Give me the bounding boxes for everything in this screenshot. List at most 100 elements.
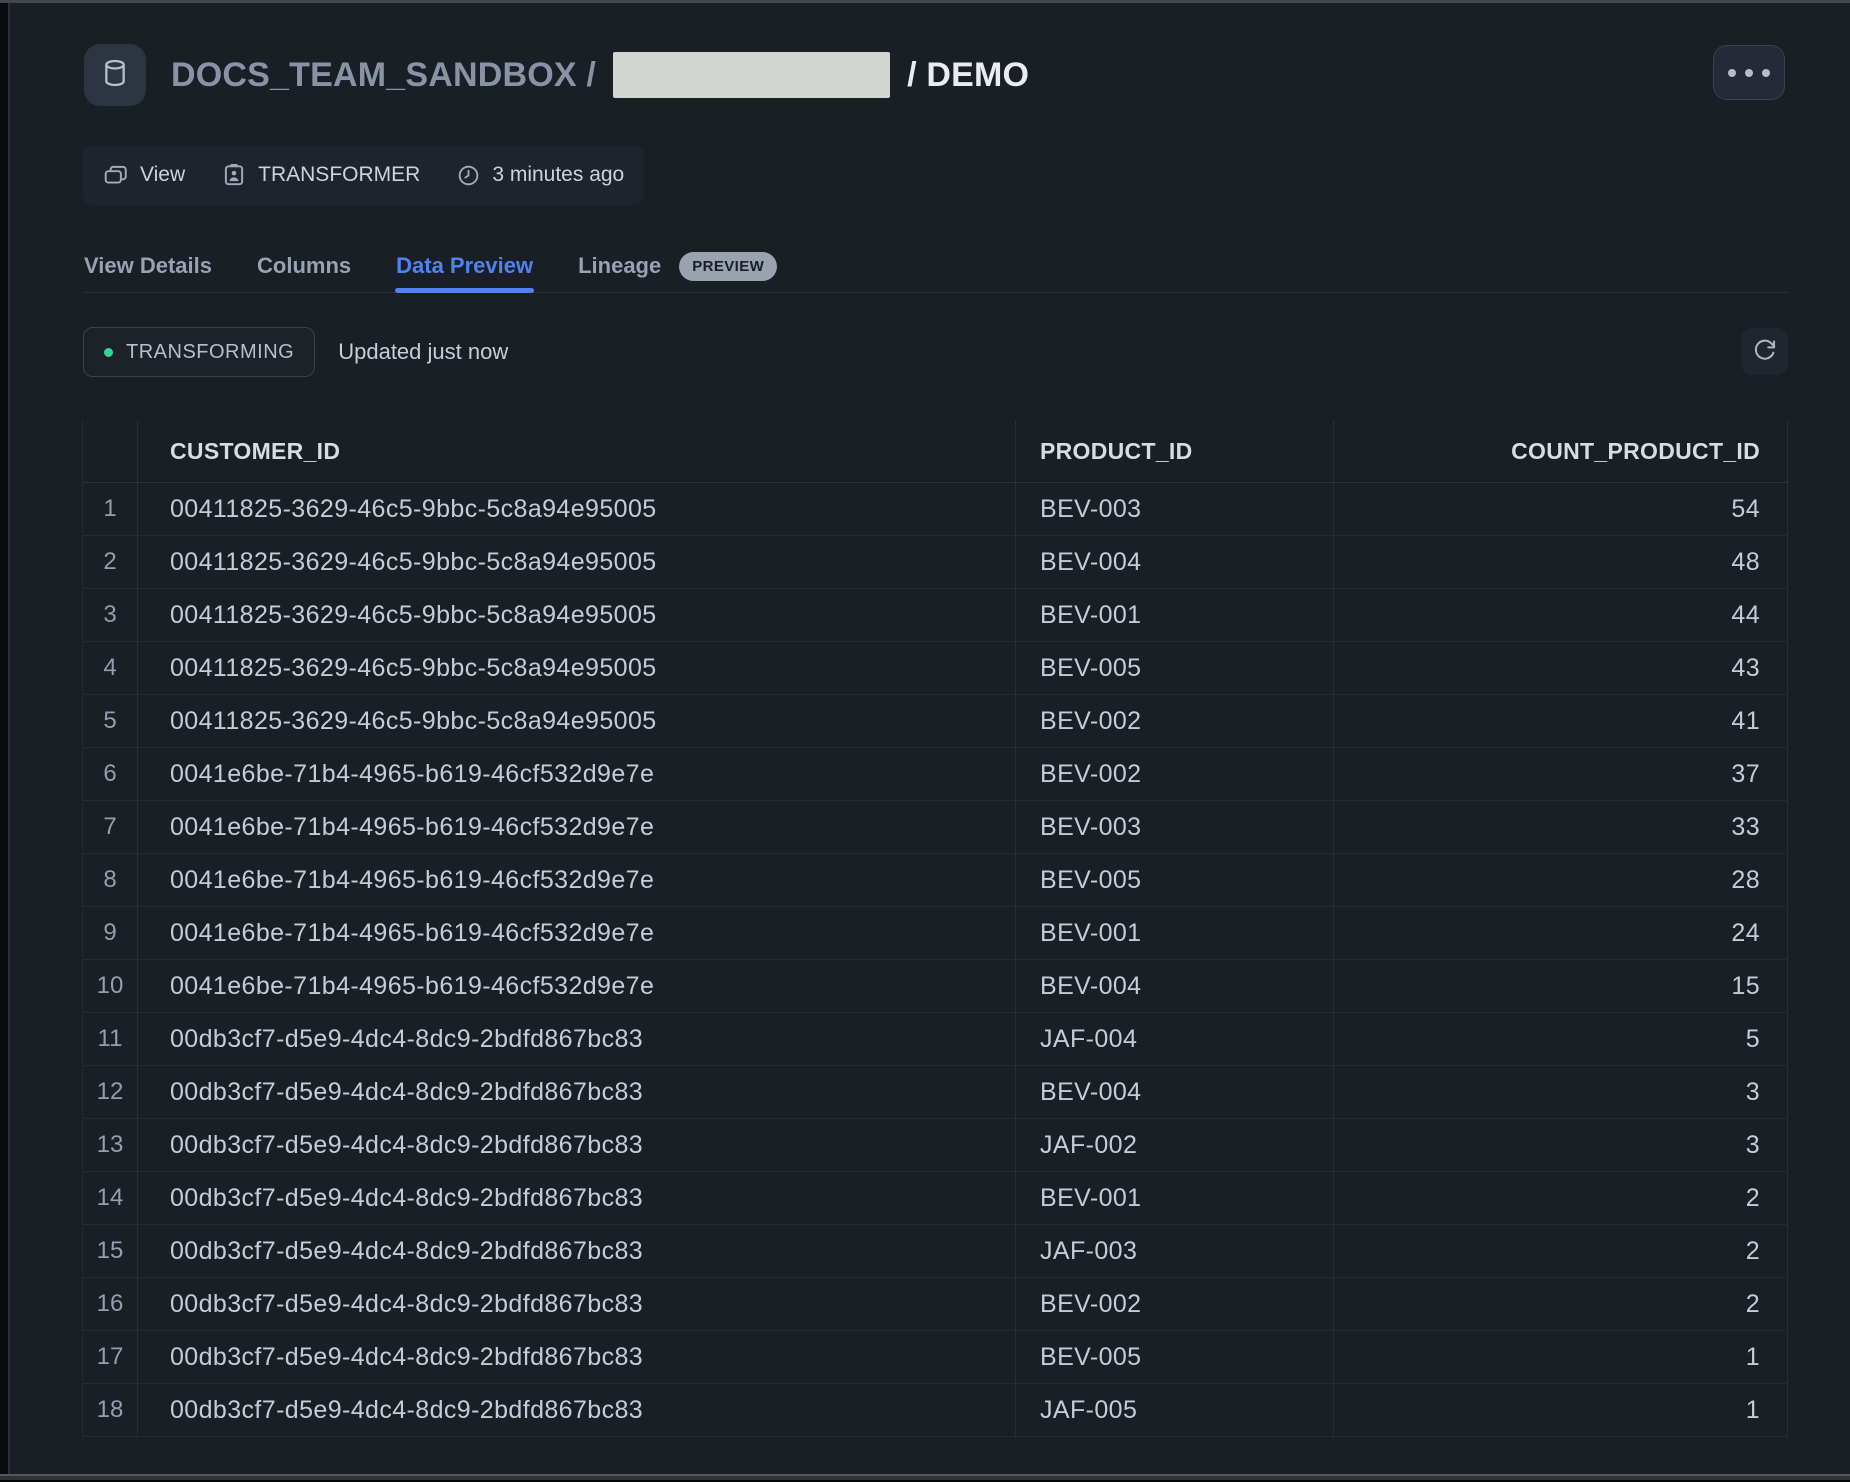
product-id-cell: BEV-004 bbox=[1016, 1066, 1334, 1118]
customer-id-cell: 0041e6be-71b4-4965-b619-46cf532d9e7e bbox=[138, 748, 1016, 800]
database-object-icon-tile bbox=[84, 44, 146, 106]
snowsight-view-page: DOCS_TEAM_SANDBOX / / DEMO View TRANSFORM… bbox=[0, 0, 1850, 1482]
tab-data-preview[interactable]: Data Preview bbox=[396, 240, 533, 292]
count-cell: 3 bbox=[1334, 1066, 1788, 1118]
count-cell: 24 bbox=[1334, 907, 1788, 959]
table-body[interactable]: 100411825-3629-46c5-9bbc-5c8a94e95005BEV… bbox=[83, 483, 1788, 1441]
table-row: 60041e6be-71b4-4965-b619-46cf532d9e7eBEV… bbox=[83, 748, 1788, 801]
column-header-customer-id: CUSTOMER_ID bbox=[138, 420, 1016, 482]
meta-item-label: 3 minutes ago bbox=[492, 163, 624, 187]
customer-id-cell: 00db3cf7-d5e9-4dc4-8dc9-2bdfd867bc83 bbox=[138, 1225, 1016, 1277]
customer-id-cell: 00411825-3629-46c5-9bbc-5c8a94e95005 bbox=[138, 536, 1016, 588]
window-top-edge bbox=[0, 0, 1850, 3]
customer-id-cell: 00db3cf7-d5e9-4dc4-8dc9-2bdfd867bc83 bbox=[138, 1331, 1016, 1383]
meta-item-3-minutes-ago: 3 minutes ago bbox=[456, 163, 624, 188]
refresh-button[interactable] bbox=[1741, 328, 1788, 375]
table-row: 1600db3cf7-d5e9-4dc4-8dc9-2bdfd867bc83BE… bbox=[83, 1278, 1788, 1331]
row-number-cell: 13 bbox=[83, 1119, 138, 1171]
customer-id-cell: 0041e6be-71b4-4965-b619-46cf532d9e7e bbox=[138, 854, 1016, 906]
data-preview-table[interactable]: CUSTOMER_IDPRODUCT_IDCOUNT_PRODUCT_ID 10… bbox=[82, 420, 1788, 1441]
meta-item-label: View bbox=[140, 163, 185, 187]
row-number-cell: 8 bbox=[83, 854, 138, 906]
count-cell: 41 bbox=[1334, 695, 1788, 747]
count-cell: 33 bbox=[1334, 801, 1788, 853]
page-title: DOCS_TEAM_SANDBOX / / DEMO bbox=[171, 52, 1029, 98]
customer-id-cell: 0041e6be-71b4-4965-b619-46cf532d9e7e bbox=[138, 960, 1016, 1012]
count-cell: 3 bbox=[1334, 1119, 1788, 1171]
more-actions-button[interactable] bbox=[1713, 45, 1785, 100]
tab-label: Data Preview bbox=[396, 253, 533, 279]
count-cell: 48 bbox=[1334, 536, 1788, 588]
row-number-cell: 19 bbox=[83, 1437, 138, 1441]
product-id-cell: BEV-003 bbox=[1016, 483, 1334, 535]
row-number-cell: 6 bbox=[83, 748, 138, 800]
tab-view-details[interactable]: View Details bbox=[84, 240, 212, 292]
tab-lineage[interactable]: LineagePREVIEW bbox=[578, 240, 777, 292]
table-row: 500411825-3629-46c5-9bbc-5c8a94e95005BEV… bbox=[83, 695, 1788, 748]
clock-icon bbox=[456, 163, 481, 188]
window-bottom-scrollbar-edge[interactable] bbox=[0, 1474, 1850, 1482]
table-row-partial: 1900db3cf7-d5e9-4dc4-8dc9-2bdfd867bc83JA… bbox=[83, 1437, 1788, 1441]
customer-id-cell: 00db3cf7-d5e9-4dc4-8dc9-2bdfd867bc83 bbox=[138, 1013, 1016, 1065]
table-header-row: CUSTOMER_IDPRODUCT_IDCOUNT_PRODUCT_ID bbox=[83, 420, 1788, 483]
count-cell: 43 bbox=[1334, 642, 1788, 694]
column-header-count-product-id: COUNT_PRODUCT_ID bbox=[1334, 420, 1788, 482]
customer-id-cell: 00411825-3629-46c5-9bbc-5c8a94e95005 bbox=[138, 642, 1016, 694]
customer-id-cell: 0041e6be-71b4-4965-b619-46cf532d9e7e bbox=[138, 907, 1016, 959]
database-icon bbox=[99, 57, 131, 94]
table-row: 1800db3cf7-d5e9-4dc4-8dc9-2bdfd867bc83JA… bbox=[83, 1384, 1788, 1437]
customer-id-cell: 00db3cf7-d5e9-4dc4-8dc9-2bdfd867bc83 bbox=[138, 1119, 1016, 1171]
product-id-cell: BEV-004 bbox=[1016, 536, 1334, 588]
breadcrumb-database: DOCS_TEAM_SANDBOX / bbox=[171, 56, 596, 95]
row-number-cell: 5 bbox=[83, 695, 138, 747]
table-header: CUSTOMER_IDPRODUCT_IDCOUNT_PRODUCT_ID bbox=[83, 420, 1788, 483]
table-row: 300411825-3629-46c5-9bbc-5c8a94e95005BEV… bbox=[83, 589, 1788, 642]
tab-label: Lineage bbox=[578, 253, 661, 279]
status-badge-label: TRANSFORMING bbox=[126, 341, 294, 364]
row-number-cell: 11 bbox=[83, 1013, 138, 1065]
meta-item-transformer: TRANSFORMER bbox=[221, 162, 420, 188]
product-id-cell: BEV-001 bbox=[1016, 589, 1334, 641]
table-row: 100411825-3629-46c5-9bbc-5c8a94e95005BEV… bbox=[83, 483, 1788, 536]
column-header-product-id: PRODUCT_ID bbox=[1016, 420, 1334, 482]
product-id-cell: BEV-003 bbox=[1016, 801, 1334, 853]
product-id-cell: BEV-005 bbox=[1016, 1331, 1334, 1383]
count-cell: 37 bbox=[1334, 748, 1788, 800]
customer-id-cell: 00db3cf7-d5e9-4dc4-8dc9-2bdfd867bc83 bbox=[138, 1437, 1016, 1441]
product-id-cell: BEV-002 bbox=[1016, 1278, 1334, 1330]
product-id-cell: BEV-005 bbox=[1016, 854, 1334, 906]
tab-label: View Details bbox=[84, 253, 212, 279]
customer-id-cell: 00db3cf7-d5e9-4dc4-8dc9-2bdfd867bc83 bbox=[138, 1172, 1016, 1224]
breadcrumb-object: / DEMO bbox=[907, 56, 1029, 95]
count-cell: 54 bbox=[1334, 483, 1788, 535]
product-id-cell: JAF-005 bbox=[1016, 1384, 1334, 1436]
product-id-cell: BEV-004 bbox=[1016, 960, 1334, 1012]
table-row: 1100db3cf7-d5e9-4dc4-8dc9-2bdfd867bc83JA… bbox=[83, 1013, 1788, 1066]
refresh-icon bbox=[1751, 337, 1778, 367]
count-cell: 28 bbox=[1334, 854, 1788, 906]
id-badge-icon bbox=[221, 162, 247, 188]
count-cell: 5 bbox=[1334, 1013, 1788, 1065]
meta-item-label: TRANSFORMER bbox=[258, 163, 420, 187]
header: DOCS_TEAM_SANDBOX / / DEMO bbox=[84, 44, 1788, 106]
count-cell: 15 bbox=[1334, 960, 1788, 1012]
table-row: 1300db3cf7-d5e9-4dc4-8dc9-2bdfd867bc83JA… bbox=[83, 1119, 1788, 1172]
table-row: 200411825-3629-46c5-9bbc-5c8a94e95005BEV… bbox=[83, 536, 1788, 589]
product-id-cell: BEV-001 bbox=[1016, 1172, 1334, 1224]
table-row: 80041e6be-71b4-4965-b619-46cf532d9e7eBEV… bbox=[83, 854, 1788, 907]
row-number-cell: 17 bbox=[83, 1331, 138, 1383]
count-cell: 2 bbox=[1334, 1172, 1788, 1224]
table-row: 400411825-3629-46c5-9bbc-5c8a94e95005BEV… bbox=[83, 642, 1788, 695]
row-number-cell: 9 bbox=[83, 907, 138, 959]
product-id-cell: JAF-003 bbox=[1016, 1225, 1334, 1277]
product-id-cell: BEV-002 bbox=[1016, 748, 1334, 800]
count-cell: 2 bbox=[1334, 1278, 1788, 1330]
count-cell: 1 bbox=[1334, 1331, 1788, 1383]
table-row: 100041e6be-71b4-4965-b619-46cf532d9e7eBE… bbox=[83, 960, 1788, 1013]
count-cell: 44 bbox=[1334, 589, 1788, 641]
window-left-edge bbox=[0, 0, 10, 1482]
customer-id-cell: 00db3cf7-d5e9-4dc4-8dc9-2bdfd867bc83 bbox=[138, 1278, 1016, 1330]
status-badge: TRANSFORMING bbox=[83, 327, 315, 377]
tab-columns[interactable]: Columns bbox=[257, 240, 351, 292]
customer-id-cell: 00411825-3629-46c5-9bbc-5c8a94e95005 bbox=[138, 483, 1016, 535]
